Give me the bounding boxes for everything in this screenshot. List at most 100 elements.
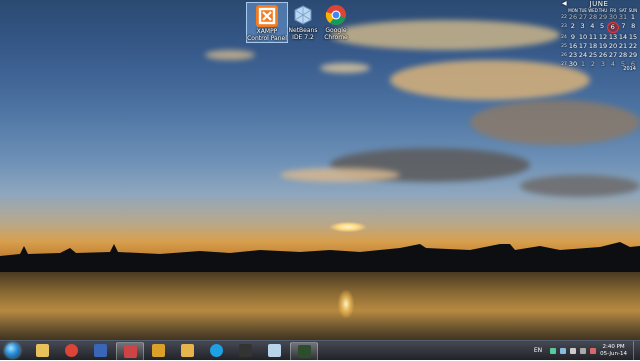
- calendar-day[interactable]: 15: [628, 33, 638, 42]
- calendar-week-number: 22: [561, 15, 567, 20]
- calendar-day[interactable]: 10: [578, 33, 588, 42]
- calendar-day[interactable]: 8: [628, 22, 638, 33]
- taskbar-app-paint[interactable]: [174, 342, 200, 359]
- calendar-day[interactable]: 12: [598, 33, 608, 42]
- taskbar-app-media-app[interactable]: [116, 342, 144, 361]
- calendar-day[interactable]: 26: [568, 13, 578, 22]
- desktop-icon-label: XAMPP Control Panel: [247, 28, 287, 42]
- calendar-day[interactable]: 29: [628, 51, 638, 60]
- calendar-week-row: 24 9 10 11 12 13 14 15: [560, 33, 638, 42]
- calendar-day[interactable]: 9: [568, 33, 578, 42]
- calendar-day[interactable]: 16: [568, 42, 578, 51]
- desktop-icon-xampp[interactable]: XAMPP Control Panel: [246, 2, 288, 43]
- calendar-day[interactable]: 5: [597, 22, 607, 33]
- camtasia-icon: [297, 345, 311, 358]
- calendar-day[interactable]: 1: [628, 13, 638, 22]
- previous-month-arrow-icon[interactable]: ◀: [562, 0, 567, 7]
- floppy-icon: [93, 344, 107, 357]
- calendar-day[interactable]: 3: [578, 22, 588, 33]
- clock[interactable]: 2:40 PM 05-Jun-14: [600, 344, 627, 358]
- windows-logo-icon: [4, 343, 20, 358]
- taskbar-app-camtasia[interactable]: [290, 342, 318, 361]
- calendar-day[interactable]: 2: [568, 22, 578, 33]
- calendar-day[interactable]: 1: [578, 60, 588, 69]
- calendar-day[interactable]: 14: [618, 33, 628, 42]
- taskbar-app-google-chrome[interactable]: [58, 342, 84, 359]
- setting-sun: [330, 222, 366, 232]
- calendar-gadget[interactable]: ◀ JUNE MON TUE WED THU FRI SAT SUN 22 26 2…: [560, 0, 638, 72]
- start-button[interactable]: [2, 342, 22, 359]
- folder-icon: [35, 344, 49, 357]
- taskbar-app-screen-recorder[interactable]: [232, 342, 258, 359]
- calendar-day[interactable]: 25: [588, 51, 598, 60]
- calendar-day[interactable]: 29: [598, 13, 608, 22]
- cloud: [205, 50, 255, 60]
- calendar-day[interactable]: 27: [608, 51, 618, 60]
- calendar-day[interactable]: 19: [598, 42, 608, 51]
- calendar-week-row: 22 26 27 28 29 30 31 1: [560, 13, 638, 22]
- calendar-week-row: 26 23 24 25 26 27 28 29: [560, 51, 638, 60]
- volume-icon[interactable]: [580, 347, 587, 354]
- chrome-icon: [325, 4, 347, 26]
- calendar-day[interactable]: 4: [608, 60, 618, 69]
- calendar-day[interactable]: 7: [619, 22, 629, 33]
- calendar-day[interactable]: 4: [587, 22, 597, 33]
- taskbar: EN 2:40 PM 05-Jun-14: [0, 340, 640, 361]
- calendar-day[interactable]: 27: [578, 13, 588, 22]
- calendar-week-number: 25: [561, 44, 567, 49]
- taskbar-app-windows-explorer[interactable]: [29, 342, 55, 359]
- chrome-icon: [64, 344, 78, 357]
- calendar-day[interactable]: 30: [568, 60, 578, 69]
- calendar-day[interactable]: 28: [588, 13, 598, 22]
- cloud: [520, 175, 640, 197]
- recorder-icon: [238, 344, 252, 357]
- clock-time: 2:40 PM: [602, 343, 625, 350]
- paint-icon: [180, 344, 194, 357]
- calendar-day[interactable]: 17: [578, 42, 588, 51]
- xampp-icon: [256, 5, 278, 27]
- calendar-day[interactable]: 30: [608, 13, 618, 22]
- action-center-icon[interactable]: [560, 347, 567, 354]
- calendar-day[interactable]: 18: [588, 42, 598, 51]
- recorder-tray-icon[interactable]: [590, 347, 597, 354]
- taskbar-app-notepad[interactable]: [261, 342, 287, 359]
- desktop-wallpaper: [0, 0, 640, 360]
- taskbar-app-skype[interactable]: [203, 342, 229, 359]
- language-indicator[interactable]: EN: [534, 347, 542, 354]
- show-desktop-button[interactable]: [633, 341, 640, 360]
- calendar-week-number: 27: [561, 62, 567, 67]
- calendar-week-row: 25 16 17 18 19 20 21 22: [560, 42, 638, 51]
- desktop-icon-chrome[interactable]: Google Chrome: [316, 2, 356, 41]
- calendar-day[interactable]: 13: [608, 33, 618, 42]
- calendar-grid: 22 26 27 28 29 30 31 1 23 2 3 4 5 6 7 8 24 9 10 11 12 13 14 15 2…: [560, 13, 638, 69]
- desktop-icon-label: Google Chrome: [324, 27, 348, 41]
- calendar-day[interactable]: 20: [608, 42, 618, 51]
- calendar-week-number: 26: [561, 53, 567, 58]
- network-icon[interactable]: [550, 347, 557, 354]
- calendar-day[interactable]: 11: [588, 33, 598, 42]
- cloud: [280, 168, 400, 182]
- netbeans-icon: [292, 4, 314, 26]
- cloud: [320, 63, 370, 73]
- film-icon: [151, 344, 165, 357]
- calendar-day[interactable]: 26: [598, 51, 608, 60]
- calendar-week-row: 23 2 3 4 5 6 7 8: [560, 22, 638, 33]
- cloud: [330, 20, 560, 50]
- calendar-week-number: 23: [561, 24, 567, 29]
- taskbar-app-movie-maker[interactable]: [145, 342, 171, 359]
- taskbar-app-save-app[interactable]: [87, 342, 113, 359]
- calendar-day[interactable]: 2: [588, 60, 598, 69]
- calendar-day[interactable]: 31: [618, 13, 628, 22]
- calendar-day[interactable]: 23: [568, 51, 578, 60]
- calendar-day[interactable]: 22: [628, 42, 638, 51]
- calendar-day[interactable]: 28: [618, 51, 628, 60]
- calendar-day[interactable]: 24: [578, 51, 588, 60]
- system-tray: EN 2:40 PM 05-Jun-14: [534, 341, 640, 360]
- notepad-icon: [267, 344, 281, 357]
- calendar-day[interactable]: 3: [598, 60, 608, 69]
- clock-date: 05-Jun-14: [600, 350, 627, 357]
- battery-icon[interactable]: [570, 347, 577, 354]
- calendar-day[interactable]: 6: [606, 22, 619, 33]
- media-icon: [123, 345, 137, 358]
- calendar-day[interactable]: 21: [618, 42, 628, 51]
